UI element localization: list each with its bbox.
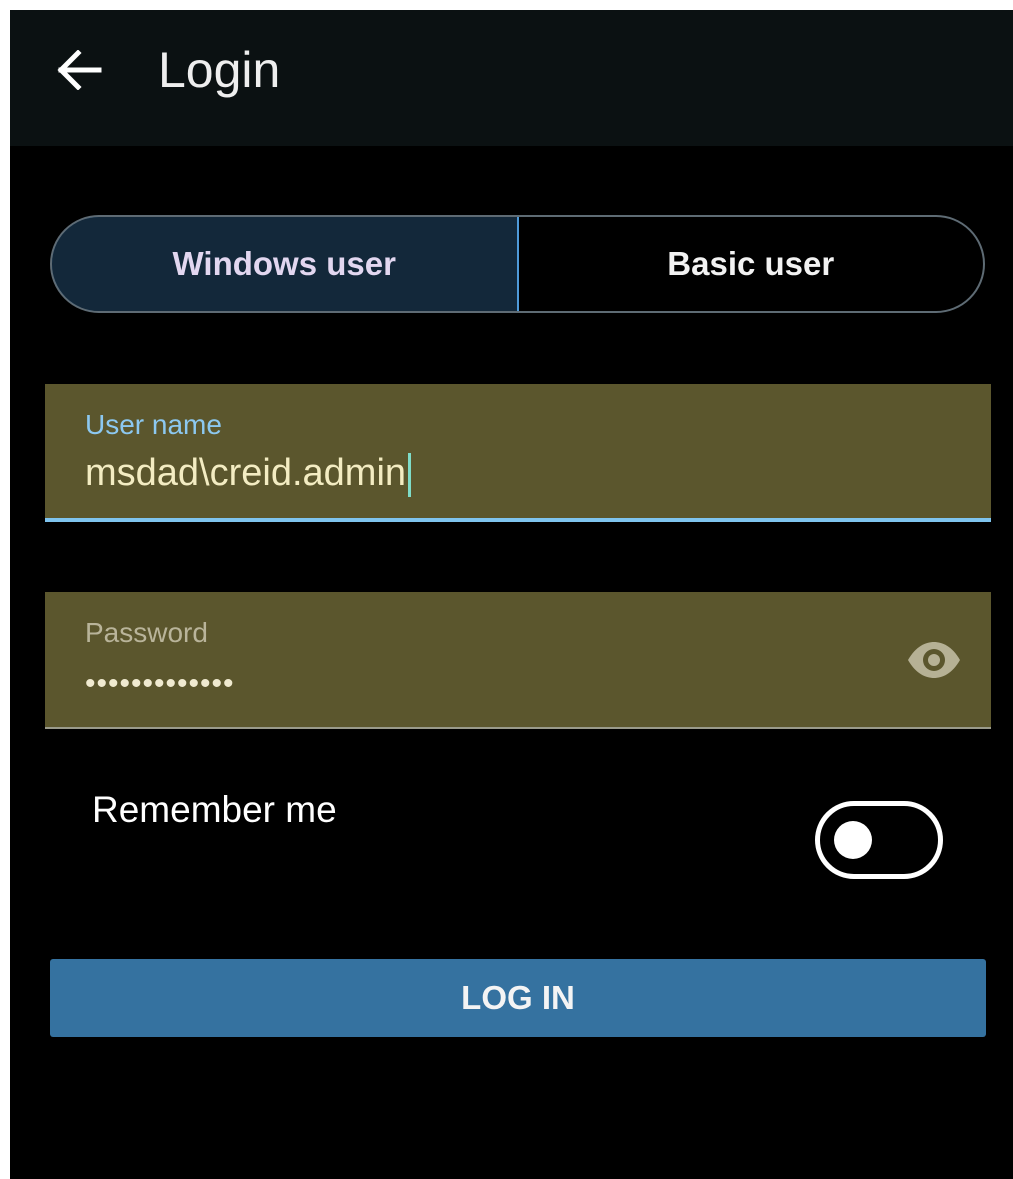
segment-basic-user[interactable]: Basic user bbox=[519, 217, 984, 311]
back-button[interactable] bbox=[50, 40, 110, 100]
page-title: Login bbox=[158, 42, 281, 98]
password-field[interactable]: Password ••••••••••••• bbox=[45, 592, 991, 729]
user-type-selector: Windows user Basic user bbox=[50, 215, 985, 313]
username-label: User name bbox=[85, 409, 222, 440]
password-input[interactable]: ••••••••••••• bbox=[85, 664, 235, 704]
text-caret bbox=[408, 452, 412, 497]
arrow-left-icon bbox=[57, 50, 102, 90]
username-input[interactable]: msdad\creid.admin bbox=[85, 450, 412, 497]
app-bar: Login bbox=[10, 10, 1013, 146]
eye-icon bbox=[908, 642, 960, 678]
remember-me-label: Remember me bbox=[92, 789, 337, 830]
password-label: Password bbox=[85, 617, 208, 648]
username-value: msdad\creid.admin bbox=[85, 452, 407, 494]
login-screen: Login Windows user Basic user User name … bbox=[10, 10, 1013, 1179]
toggle-knob bbox=[834, 821, 872, 859]
login-button[interactable]: LOG IN bbox=[50, 959, 986, 1037]
segment-windows-user[interactable]: Windows user bbox=[52, 217, 519, 311]
remember-me-toggle[interactable] bbox=[815, 801, 943, 879]
show-password-button[interactable] bbox=[905, 638, 963, 682]
username-field[interactable]: User name msdad\creid.admin bbox=[45, 384, 991, 522]
